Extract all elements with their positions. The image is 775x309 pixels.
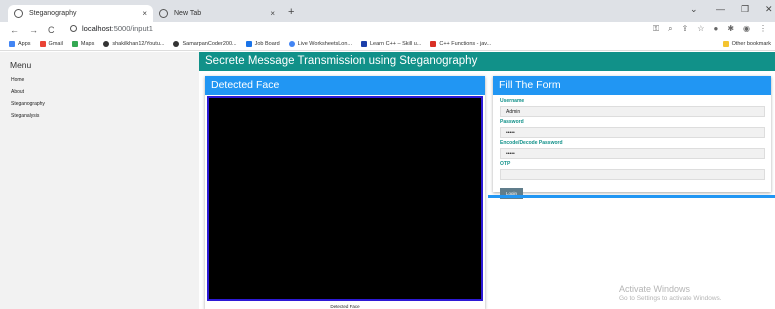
- encode-password-field[interactable]: [500, 148, 765, 159]
- bookmark-gmail[interactable]: Gmail: [39, 41, 63, 47]
- otp-label: OTP: [500, 161, 511, 167]
- bookmark-cpp-functions[interactable]: C++ Functions - jav...: [430, 41, 491, 47]
- face-image: [207, 96, 483, 301]
- login-form-card: Fill The Form Username Password Encode/D…: [493, 76, 771, 199]
- sidebar: Menu Home About Steganography Steganalys…: [0, 52, 199, 309]
- tab-title: New Tab: [174, 10, 202, 17]
- url-field[interactable]: localhost:5000/input1: [70, 24, 153, 33]
- tab-steganography[interactable]: Steganography ×: [8, 5, 153, 22]
- watermark-subtitle: Go to Settings to activate Windows.: [619, 295, 722, 302]
- profile-icon[interactable]: ◉: [743, 24, 750, 34]
- site-icon: [361, 41, 367, 47]
- close-icon[interactable]: ✕: [765, 4, 773, 15]
- sidebar-item-steganography[interactable]: Steganography: [11, 101, 199, 107]
- menu-icon[interactable]: ⋮: [759, 24, 767, 34]
- sidebar-item-steganalysis[interactable]: Steganalysis: [11, 113, 199, 119]
- info-icon[interactable]: [70, 25, 77, 32]
- tab-title: Steganography: [29, 10, 77, 17]
- url-host: localhost: [82, 24, 112, 33]
- toolbar-icons: ⚿ ⌕ ⇪ ☆ ● ✱ ◉ ⋮: [653, 24, 767, 34]
- google-icon: [288, 41, 295, 47]
- github-icon: [103, 41, 110, 47]
- maximize-icon[interactable]: ❐: [741, 4, 749, 15]
- form-title: Fill The Form: [493, 76, 771, 95]
- password-label: Password: [500, 119, 524, 125]
- bookmark-maps[interactable]: Maps: [71, 41, 94, 47]
- bookmark-github-1[interactable]: shakilkhan12/Youtu...: [103, 41, 164, 47]
- tab-new-tab[interactable]: New Tab ×: [153, 5, 281, 22]
- bookmark-job-board[interactable]: Job Board: [245, 41, 280, 47]
- folder-icon: [722, 41, 729, 47]
- github-icon: [173, 41, 180, 47]
- maps-icon: [71, 41, 78, 47]
- close-tab-icon[interactable]: ×: [142, 9, 147, 18]
- site-icon: [14, 9, 23, 18]
- forward-icon[interactable]: →: [29, 25, 38, 35]
- bookmark-apps[interactable]: Apps: [9, 41, 31, 47]
- bookmarks-bar: Apps Gmail Maps shakilkhan12/Youtu... Sa…: [0, 38, 775, 51]
- divider: [488, 195, 775, 198]
- page-title: Secrete Message Transmission using Stega…: [199, 52, 775, 71]
- new-tab-icon[interactable]: +: [288, 6, 294, 18]
- other-bookmarks[interactable]: Other bookmark: [722, 41, 771, 47]
- sidebar-item-about[interactable]: About: [11, 89, 199, 95]
- username-label: Username: [500, 98, 525, 104]
- puzzle-icon[interactable]: ✱: [727, 24, 734, 34]
- star-icon[interactable]: ☆: [697, 24, 704, 34]
- username-field[interactable]: [500, 106, 765, 117]
- site-icon: [430, 41, 437, 47]
- watermark-title: Activate Windows: [619, 284, 691, 294]
- password-field[interactable]: [500, 127, 765, 138]
- gmail-icon: [39, 41, 46, 47]
- site-icon: [159, 9, 168, 18]
- back-icon[interactable]: ←: [10, 25, 19, 35]
- sidebar-title: Menu: [10, 60, 32, 70]
- face-caption: Detected Face: [330, 304, 360, 309]
- activation-watermark: Activate Windows Go to Settings to activ…: [619, 284, 722, 302]
- address-bar: ← → C localhost:5000/input1 ⚿ ⌕ ⇪ ☆ ● ✱ …: [0, 22, 775, 38]
- otp-field[interactable]: [500, 169, 765, 180]
- sidebar-item-home[interactable]: Home: [11, 77, 199, 83]
- encode-password-label: Encode/Decode Password: [500, 140, 563, 146]
- reload-icon[interactable]: C: [48, 25, 55, 35]
- detected-face-card: Detected Face Detected Face: [205, 76, 485, 309]
- apps-grid-icon: [9, 41, 15, 47]
- minimize-icon[interactable]: —: [716, 4, 725, 14]
- bookmark-live-worksheets[interactable]: Live WorksheetsLon...: [288, 41, 352, 47]
- zoom-icon[interactable]: ⌕: [668, 24, 672, 34]
- url-path: :5000/input1: [111, 24, 153, 33]
- sidebar-menu: Home About Steganography Steganalysis: [11, 77, 199, 119]
- extension-icon[interactable]: ●: [713, 24, 718, 34]
- job-board-icon: [245, 41, 252, 47]
- chevron-down-icon[interactable]: ⌄: [690, 4, 698, 15]
- tab-bar: Steganography × New Tab × + ⌄ — ❐ ✕: [0, 0, 775, 22]
- detected-face-title: Detected Face: [205, 76, 485, 95]
- share-icon[interactable]: ⇪: [682, 24, 689, 34]
- bookmark-learn-cpp[interactable]: Learn C++ – Skill u...: [361, 41, 421, 47]
- key-icon[interactable]: ⚿: [653, 24, 659, 34]
- close-tab-icon[interactable]: ×: [270, 9, 275, 18]
- bookmark-github-2[interactable]: SamarpanCoder200...: [173, 41, 237, 47]
